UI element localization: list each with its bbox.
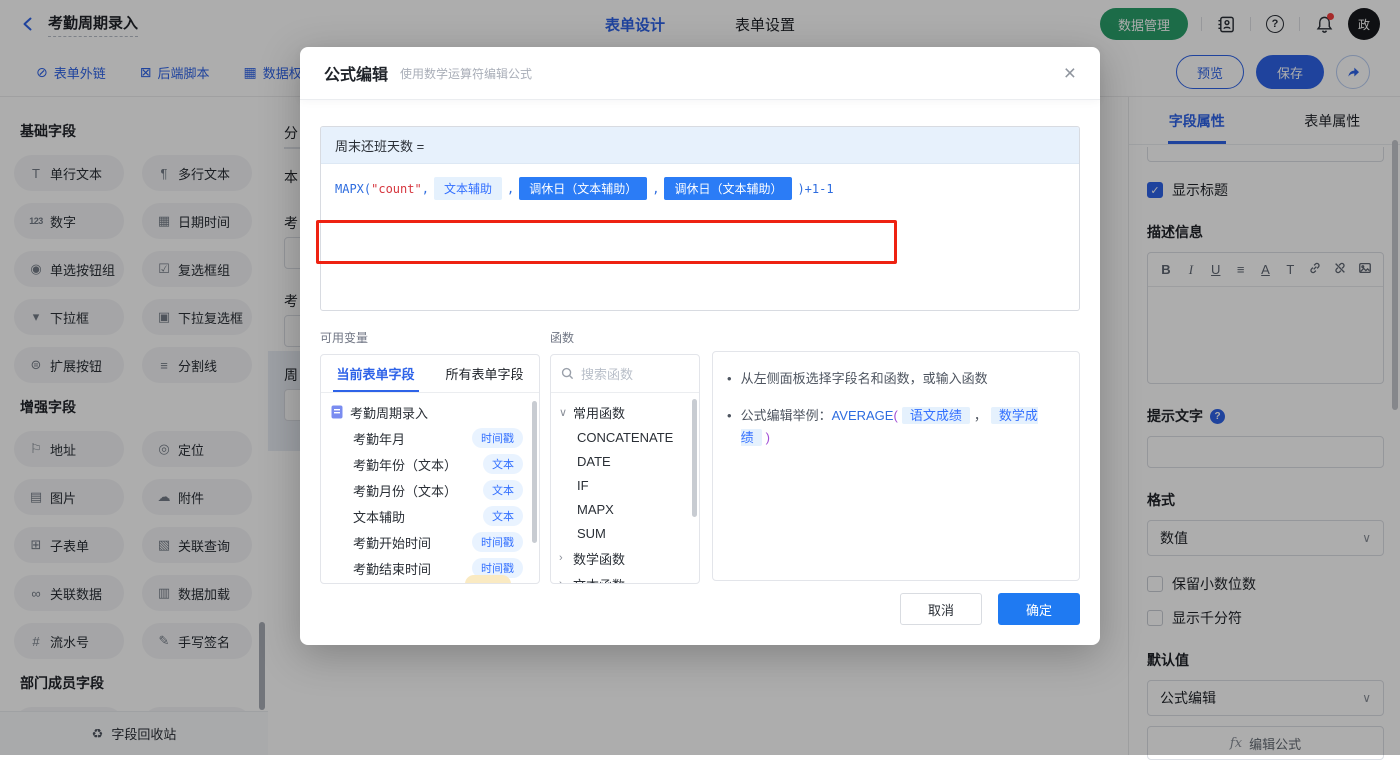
field-token-light[interactable]: 文本辅助 (434, 177, 502, 200)
help-section-spacer (712, 329, 1080, 343)
formula-help-panel: • 从左侧面板选择字段名和函数，或输入函数 • 公式编辑举例：AVERAGE(语… (712, 351, 1080, 581)
type-badge: 时间戳 (472, 532, 523, 552)
type-badge: 时间戳 (472, 428, 523, 448)
modal-footer: 取消 确定 (900, 593, 1080, 625)
modal-title: 公式编辑 (324, 61, 388, 85)
modal-subtitle: 使用数学运算符编辑公式 (400, 65, 532, 82)
variables-root-node[interactable]: 考勤周期录入 (321, 399, 539, 425)
variables-panel: 当前表单字段 所有表单字段 考勤周期录入 考勤年月时间戳 考勤年份（文本）文本 … (320, 354, 540, 584)
formula-editor-modal: 公式编辑 使用数学运算符编辑公式 × 周末还班天数 = MAPX("count"… (300, 47, 1100, 645)
bullet-icon: • (727, 368, 732, 390)
type-badge: 文本 (483, 480, 523, 500)
functions-panel: 搜索函数 ∨常用函数 CONCATENATE DATE IF MAPX SUM … (550, 354, 700, 584)
type-badge-partial (465, 575, 511, 584)
close-icon[interactable]: × (1064, 63, 1076, 84)
example-field-token: 语文成绩 (902, 407, 970, 424)
tab-all-form-fields[interactable]: 所有表单字段 (430, 355, 539, 392)
variables-section-label: 可用变量 (320, 329, 540, 346)
function-search-input[interactable]: 搜索函数 (551, 355, 699, 393)
chevron-right-icon: › (559, 552, 573, 564)
function-item[interactable]: IF (551, 473, 699, 497)
variable-row[interactable]: 考勤开始时间时间戳 (321, 529, 539, 555)
function-group-math[interactable]: ›数学函数 (551, 545, 699, 571)
tab-current-form-fields[interactable]: 当前表单字段 (321, 355, 430, 392)
function-group-common[interactable]: ∨常用函数 (551, 399, 699, 425)
formula-target-field: 周末还班天数 = (321, 127, 1079, 164)
formula-string-arg: "count" (371, 182, 422, 196)
functions-section-label: 函数 (550, 329, 700, 346)
formula-editor-box: 周末还班天数 = MAPX("count",文本辅助,调休日（文本辅助）,调休日… (320, 126, 1080, 311)
field-token-selected[interactable]: 调休日（文本辅助） (664, 177, 792, 200)
variable-row[interactable]: 考勤月份（文本）文本 (321, 477, 539, 503)
function-item[interactable]: DATE (551, 449, 699, 473)
variables-tabs: 当前表单字段 所有表单字段 (321, 355, 539, 393)
variable-row[interactable]: 考勤年份（文本）文本 (321, 451, 539, 477)
example-function-name: AVERAGE (832, 408, 894, 423)
type-badge: 文本 (483, 454, 523, 474)
type-badge: 文本 (483, 506, 523, 526)
variable-row[interactable]: 考勤年月时间戳 (321, 425, 539, 451)
functions-scrollbar[interactable] (692, 399, 697, 517)
help-line-1: • 从左侧面板选择字段名和函数，或输入函数 (727, 368, 1065, 390)
chevron-down-icon: ∨ (559, 406, 573, 419)
formula-tail: )+1-1 (797, 182, 833, 196)
field-token-selected[interactable]: 调休日（文本辅助） (519, 177, 647, 200)
confirm-button[interactable]: 确定 (998, 593, 1080, 625)
search-icon (561, 367, 574, 380)
function-item[interactable]: MAPX (551, 497, 699, 521)
variable-row[interactable]: 文本辅助文本 (321, 503, 539, 529)
function-item[interactable]: CONCATENATE (551, 425, 699, 449)
variables-scrollbar[interactable] (532, 401, 537, 543)
formula-function: MAPX( (335, 182, 371, 196)
search-placeholder: 搜索函数 (581, 364, 633, 383)
function-item[interactable]: SUM (551, 521, 699, 545)
bullet-icon: • (727, 405, 732, 427)
modal-header: 公式编辑 使用数学运算符编辑公式 × (300, 47, 1100, 100)
formula-input-area[interactable]: MAPX("count",文本辅助,调休日（文本辅助）,调休日（文本辅助）)+1… (321, 164, 1079, 213)
form-doc-icon (331, 405, 343, 419)
cancel-button[interactable]: 取消 (900, 593, 982, 625)
function-group-text[interactable]: ›文本函数 (551, 571, 699, 584)
help-line-2: • 公式编辑举例：AVERAGE(语文成绩，数学成绩) (727, 405, 1065, 449)
chevron-right-icon: › (559, 578, 573, 584)
